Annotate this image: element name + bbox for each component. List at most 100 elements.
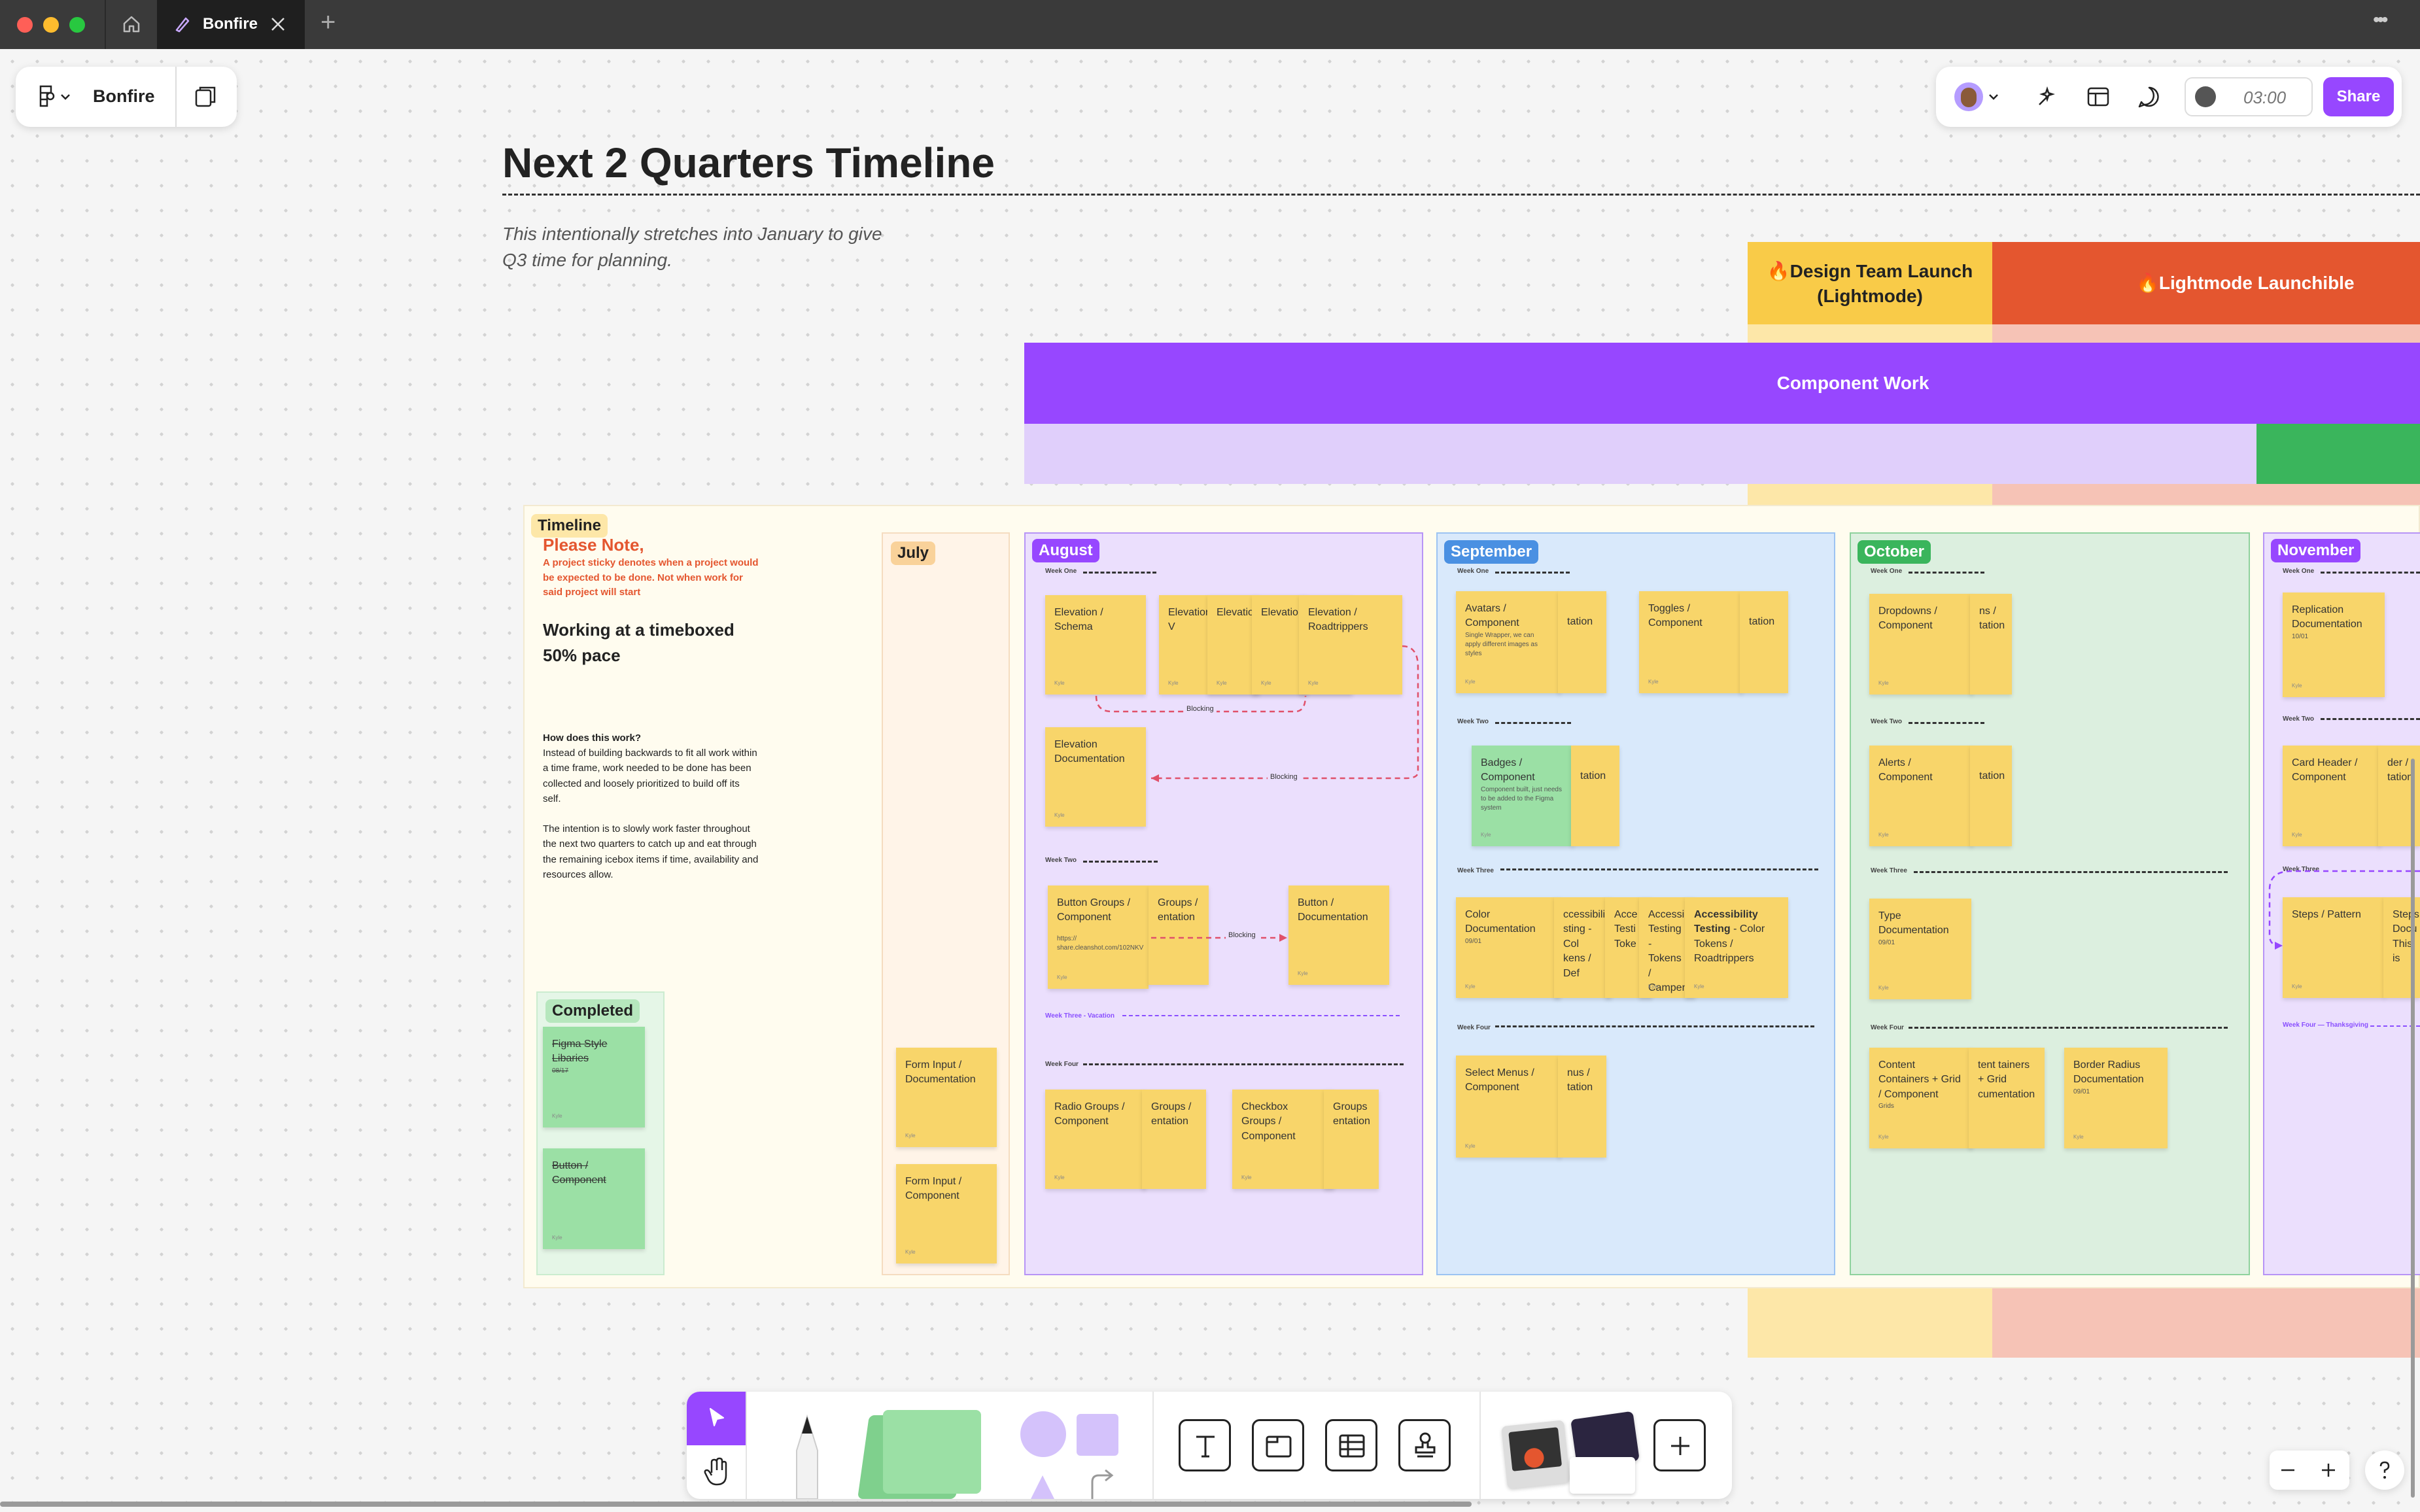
sticky-note[interactable]: Dropdowns / Component Kyle	[1869, 594, 1973, 695]
minimize-window-button[interactable]	[43, 17, 59, 33]
sticky-note[interactable]: Content Containers + Grid / Component Gri…	[1869, 1048, 1973, 1148]
sticky-note[interactable]: Button / Documentation Kyle	[1288, 885, 1389, 985]
sticky-note[interactable]: Replication Documentation 10/01 Kyle	[2283, 593, 2385, 697]
connector-tool-icon[interactable]	[1020, 1460, 1125, 1499]
avatar[interactable]	[1954, 82, 1983, 111]
home-tab[interactable]	[105, 0, 157, 49]
pages-icon[interactable]	[192, 84, 218, 110]
section-icon	[1266, 1435, 1292, 1458]
blocking-label: Blocking	[1268, 773, 1300, 781]
close-tab-icon[interactable]	[269, 16, 286, 33]
sticky-author: Kyle	[1465, 678, 1476, 685]
sticky-note[interactable]: Avatars / Component Single Wrapper, we ca…	[1456, 591, 1561, 693]
widget-thumbnail[interactable]	[1501, 1420, 1570, 1489]
sticky-author: Kyle	[1465, 983, 1476, 989]
sticky-note[interactable]: Alerts / Component Kyle	[1869, 746, 1973, 846]
week-label: Week One	[1045, 568, 1077, 575]
chevron-down-icon[interactable]	[1988, 93, 1999, 101]
sticky-note[interactable]: ccessibility sting - Col kens / Def	[1554, 897, 1612, 998]
sticky-text: Badges / Component	[1481, 757, 1535, 783]
table-tool[interactable]	[1325, 1419, 1377, 1471]
section-tool[interactable]	[1252, 1419, 1304, 1471]
sticky-note[interactable]: Groups / entation	[1142, 1090, 1206, 1189]
new-tab-button[interactable]: +	[320, 8, 336, 37]
sticky-text: Figma Style Libaries	[552, 1039, 608, 1065]
chevron-down-icon[interactable]	[60, 93, 71, 101]
sticky-note[interactable]: ns / tation	[1970, 594, 2012, 695]
marker-tool-icon[interactable]	[777, 1411, 837, 1499]
week-divider	[1083, 1063, 1404, 1065]
week-divider	[1495, 572, 1570, 574]
home-icon	[123, 16, 140, 33]
text-tool[interactable]	[1179, 1419, 1231, 1471]
ai-sparkle-icon[interactable]	[2034, 84, 2060, 110]
share-button[interactable]: Share	[2323, 77, 2394, 116]
file-name[interactable]: Bonfire	[93, 86, 155, 107]
sticky-link[interactable]: https:// share.cleanshot.com/102NKV	[1057, 935, 1143, 953]
completed-sticky[interactable]: Button / Component Kyle	[543, 1148, 645, 1249]
divider	[746, 1392, 747, 1499]
sticky-note[interactable]: Select Menus / Component Kyle	[1456, 1056, 1561, 1158]
zoom-out-icon[interactable]	[2279, 1461, 2297, 1479]
sticky-note[interactable]: Type Documentation 09/01 Kyle	[1869, 899, 1971, 999]
sticky-note[interactable]: Color Documentation 09/01 Kyle	[1456, 897, 1561, 998]
window-menu-button[interactable]: •••	[2373, 9, 2388, 31]
component-work-bar[interactable]: Component Work	[1024, 343, 2420, 424]
blocking-connectors[interactable]	[1086, 641, 1426, 785]
sticky-note[interactable]: Form Input / Component Kyle	[896, 1164, 997, 1263]
sticky-note[interactable]: Accessibility Testing - Color Tokens / R…	[1685, 897, 1788, 998]
sticky-note[interactable]: Button Groups / Component https:// share.…	[1048, 885, 1149, 989]
zoom-in-icon[interactable]	[2319, 1461, 2338, 1479]
sticky-note[interactable]: Border Radius Documentation 09/01 Kyle	[2064, 1048, 2168, 1148]
hand-icon	[704, 1457, 727, 1486]
timer-widget[interactable]: 03:00	[2185, 77, 2313, 116]
sticky-note[interactable]: Form Input / Documentation Kyle	[896, 1048, 997, 1147]
close-window-button[interactable]	[17, 17, 33, 33]
sticky-note[interactable]: Groups entation	[1324, 1090, 1379, 1189]
figma-logo-icon[interactable]	[38, 85, 56, 109]
sticky-note[interactable]: Toggles / Component Kyle	[1639, 591, 1742, 693]
vertical-scrollbar[interactable]	[2411, 759, 2415, 1498]
week-label: Week One	[2283, 568, 2315, 575]
sticky-author: Kyle	[1878, 679, 1889, 686]
sticky-author: Kyle	[1648, 983, 1659, 989]
sticky-note[interactable]: tation	[1740, 591, 1788, 693]
sticky-note[interactable]: tent tainers + Grid cumentation	[1969, 1048, 2045, 1148]
square-shape-tool[interactable]	[1077, 1414, 1118, 1456]
design-launch-bar[interactable]: 🔥Design Team Launch (Lightmode)	[1748, 242, 1992, 324]
sticky-note[interactable]: tation	[1571, 746, 1619, 846]
blocking-label: Blocking	[1184, 705, 1217, 713]
sticky-note[interactable]: Checkbox Groups / Component Kyle	[1232, 1090, 1334, 1189]
top-toolbar: 03:00 Share	[1936, 67, 2402, 127]
blocking-connector[interactable]	[1149, 929, 1292, 948]
month-label-september: September	[1444, 540, 1539, 564]
lightmode-launch-bar[interactable]: 🔥Lightmode Launchible	[1992, 242, 2420, 324]
stamp-tool[interactable]	[1398, 1419, 1451, 1471]
sticky-note[interactable]: Card Header / Component Kyle	[2283, 746, 2381, 846]
sticky-text: ns / tation	[1979, 606, 2005, 632]
more-tools-button[interactable]	[1653, 1419, 1706, 1471]
sticky-note-tool-front[interactable]	[883, 1410, 981, 1494]
hand-tool[interactable]	[687, 1445, 746, 1499]
month-label-august: August	[1032, 539, 1099, 562]
completed-sticky[interactable]: Figma Style Libaries 08/17 Kyle	[543, 1027, 645, 1127]
tab-bonfire[interactable]: Bonfire	[157, 0, 305, 49]
circle-shape-tool[interactable]	[1020, 1411, 1066, 1457]
lightmode-launch-label: 🔥Lightmode Launchible	[2136, 273, 2355, 293]
template-thumbnail[interactable]	[1570, 1457, 1635, 1494]
sticky-note[interactable]: nus / tation	[1558, 1056, 1606, 1158]
select-tool[interactable]	[687, 1392, 746, 1445]
comment-icon[interactable]	[2136, 84, 2162, 110]
sticky-note[interactable]: tation	[1970, 746, 2012, 846]
layout-icon[interactable]	[2085, 84, 2111, 110]
sticky-note[interactable]: tation	[1558, 591, 1606, 693]
zoom-window-button[interactable]	[69, 17, 85, 33]
horizontal-scrollbar[interactable]	[0, 1502, 1472, 1507]
pace-text: Working at a timeboxed 50% pace	[543, 620, 735, 665]
help-button[interactable]	[2365, 1451, 2404, 1490]
sticky-note[interactable]: Badges / Component Component built, just …	[1472, 746, 1574, 846]
sticky-note[interactable]: Steps / Pattern Kyle	[2283, 897, 2385, 998]
how-paragraph-2: The intention is to slowly work faster t…	[543, 823, 759, 880]
sticky-note[interactable]: Radio Groups / Component Kyle	[1045, 1090, 1146, 1189]
sticky-text: Checkbox Groups / Component	[1241, 1101, 1296, 1142]
